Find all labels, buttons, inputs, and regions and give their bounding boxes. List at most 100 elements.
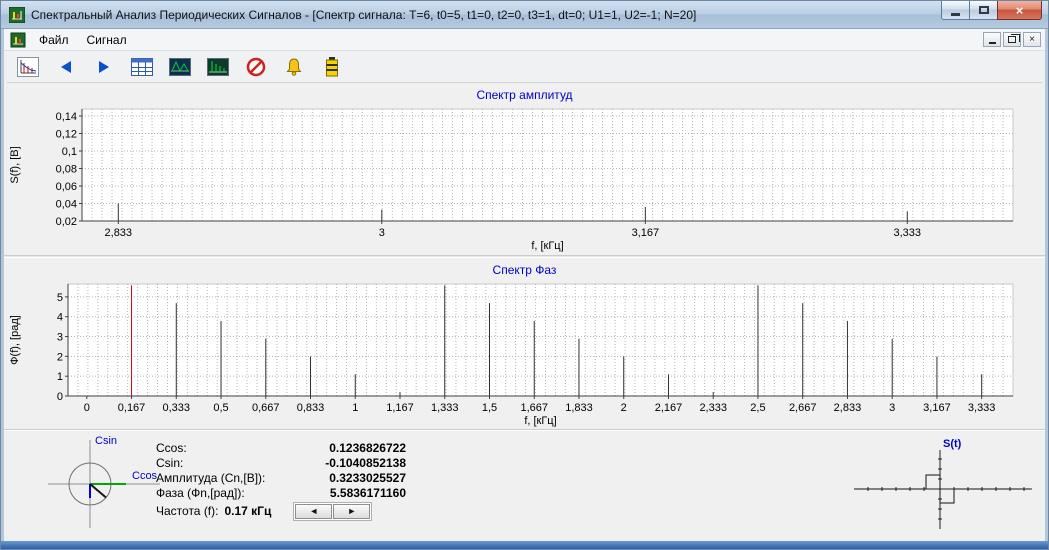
prev-harmonic-button[interactable] [53, 54, 79, 80]
right-pointer-icon: ► [347, 506, 357, 516]
x-tick-label: 0,667 [252, 402, 280, 414]
table-icon [131, 57, 153, 76]
y-tick-label: 0,04 [56, 199, 77, 211]
x-axis-title: f, [кГц] [531, 240, 563, 252]
y-tick-label: 0,14 [56, 111, 77, 123]
readout-row-csin: Csin: -0.1040852138 [156, 455, 406, 470]
y-tick-label: 2 [57, 351, 63, 363]
x-tick-label: 1,833 [565, 402, 593, 414]
y-tick-label: 0 [57, 391, 63, 403]
x-tick-label: 3,167 [923, 402, 951, 414]
ccos-value: 0.1236826722 [329, 440, 406, 455]
alarm-button[interactable] [281, 54, 307, 80]
toolbar [7, 51, 1042, 83]
amplitude-spectrum-panel: Спектр амплитуд 0,02 0,04 0,06 0,08 0,1 0,12 0… [4, 83, 1045, 255]
y-tick-label: 1 [57, 371, 63, 383]
app-window: Спектральный Анализ Периодических Сигнал… [0, 0, 1049, 550]
y-axis-title: S(f), [В] [9, 146, 21, 183]
x-tick-label: 0 [84, 402, 90, 414]
stop-icon [246, 57, 266, 76]
window-bottom-border [1, 541, 1048, 549]
x-tick-label: 3 [379, 227, 385, 239]
alarm-bell-icon [286, 57, 302, 76]
close-button[interactable]: × [997, 1, 1042, 20]
csin-label: Csin: [156, 455, 184, 470]
mdi-minimize-button[interactable] [983, 32, 1001, 47]
mdi-minimize-icon [988, 42, 996, 44]
mdi-close-button[interactable]: × [1023, 32, 1041, 47]
prev-frequency-button[interactable]: ◄ [295, 503, 333, 519]
x-tick-label: 2,333 [699, 402, 727, 414]
mdi-restore-icon [1008, 34, 1020, 43]
x-tick-label: 1,333 [431, 402, 459, 414]
y-tick-label: 0,08 [56, 164, 77, 176]
x-tick-label: 2,833 [105, 227, 133, 239]
maximize-button[interactable] [969, 1, 998, 20]
stop-button[interactable] [243, 54, 269, 80]
titlebar: Спектральный Анализ Периодических Сигнал… [1, 1, 1048, 29]
phase-label: Фаза (Фn,[рад]): [156, 485, 245, 500]
x-tick-label: 0,167 [118, 402, 146, 414]
document-icon [10, 32, 26, 47]
amplitude-spectrum-chart: 0,02 0,04 0,06 0,08 0,1 0,12 0,14 2,833 3 3,167 3,… [9, 108, 1014, 252]
phase-value: 5.5836171160 [329, 485, 406, 500]
phasor-vector-line [89, 483, 107, 499]
y-axis-title: Ф(f), [рад] [9, 315, 21, 365]
ccos-label: Ccos: [156, 440, 187, 455]
minimize-button[interactable] [941, 1, 970, 20]
y-tick-label: 0,12 [56, 129, 77, 141]
maximize-icon [978, 6, 989, 14]
spectrum-chart-button[interactable] [15, 54, 41, 80]
harmonic-readout: Ccos: 0.1236826722 Csin: -0.1040852138 А… [156, 440, 406, 521]
left-pointer-icon: ◄ [309, 506, 319, 516]
signal-view-button[interactable] [167, 54, 193, 80]
window-title: Спектральный Анализ Периодических Сигнал… [31, 7, 697, 22]
y-tick-label: 0,02 [56, 216, 77, 228]
x-tick-label: 2,5 [750, 402, 765, 414]
main-content: Спектр амплитуд 0,02 0,04 0,06 0,08 0,1 0,12 0… [4, 51, 1045, 541]
app-icon [9, 6, 25, 23]
x-tick-label: 0,833 [297, 402, 325, 414]
phase-spectrum-chart: 0 1 2 3 4 5 0 0,167 0,333 0,5 0,667 0,833 1 1,167 1,33… [9, 283, 1014, 427]
x-tick-label: 2,833 [834, 402, 862, 414]
x-axis-title: f, [кГц] [524, 415, 556, 427]
mdi-close-icon: × [1029, 34, 1035, 45]
x-tick-label: 0,333 [163, 402, 191, 414]
y-tick-label: 0,1 [62, 146, 77, 158]
y-tick-label: 0,06 [56, 181, 77, 193]
spectrum-chart-icon [17, 56, 39, 77]
x-tick-label: 1,167 [386, 402, 414, 414]
mdi-window-controls: × [983, 32, 1041, 47]
x-tick-label: 1,667 [520, 402, 548, 414]
next-harmonic-button[interactable] [91, 54, 117, 80]
harmonic-detail-panel: Csin Ccos Ccos: 0.1236826722 Csin: -0.10… [4, 429, 1045, 541]
y-tick-label: 4 [57, 312, 63, 324]
frequency-value: 0.17 кГц [224, 504, 272, 518]
cos-axis-label: Ccos [132, 470, 158, 482]
x-tick-label: 3,167 [632, 227, 660, 239]
next-frequency-button[interactable]: ► [333, 503, 371, 519]
x-tick-label: 1 [352, 402, 358, 414]
sin-axis-label: Csin [95, 435, 117, 447]
menu-item-file[interactable]: Файл [30, 31, 78, 49]
phasor-diagram: Csin Ccos [48, 435, 160, 528]
spectrum-view-button[interactable] [205, 54, 231, 80]
frequency-label: Частота (f): [156, 504, 219, 518]
signal-image-icon [169, 57, 191, 76]
x-tick-label: 0,5 [213, 402, 228, 414]
menu-item-signal[interactable]: Сигнал [78, 31, 136, 49]
battery-button[interactable] [319, 54, 345, 80]
x-tick-label: 2,167 [655, 402, 683, 414]
mdi-restore-button[interactable] [1003, 32, 1021, 47]
phase-chart-title: Спектр Фаз [492, 263, 557, 277]
x-tick-label: 3,333 [894, 227, 922, 239]
y-tick-label: 5 [57, 292, 63, 304]
x-tick-label: 2,667 [789, 402, 817, 414]
amplitude-value: 0.3233025527 [329, 470, 406, 485]
minimize-icon [951, 12, 960, 16]
close-icon: × [1015, 2, 1024, 18]
x-tick-label: 1,5 [482, 402, 497, 414]
table-view-button[interactable] [129, 54, 155, 80]
readout-row-ccos: Ccos: 0.1236826722 [156, 440, 406, 455]
signal-label: S(t) [943, 438, 962, 450]
